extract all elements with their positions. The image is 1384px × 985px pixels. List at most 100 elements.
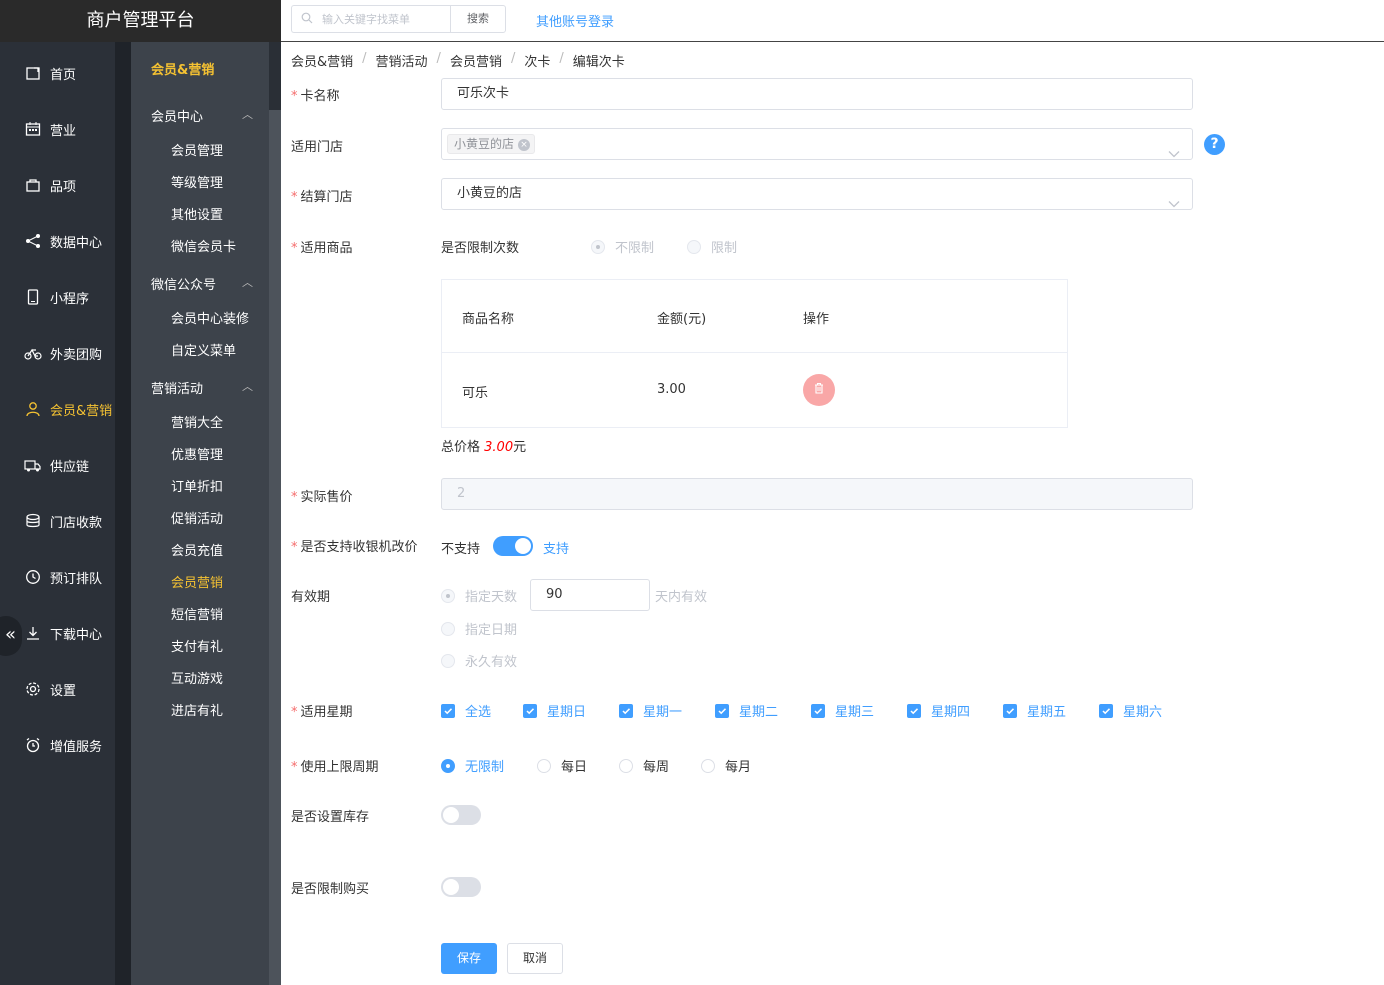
row-goods-amount: 3.00 xyxy=(657,382,686,397)
breadcrumb-current: 编辑次卡 xyxy=(572,55,625,70)
gear-icon xyxy=(24,680,42,698)
checkmark-icon xyxy=(523,703,537,718)
submenu-scrollbar-thumb[interactable] xyxy=(269,110,281,985)
submenu-item[interactable]: 会员管理 xyxy=(171,140,223,159)
submenu-item[interactable]: 互动游戏 xyxy=(171,668,223,687)
weekday-checkbox[interactable]: 星期二 xyxy=(715,701,778,720)
nav-item-takeout[interactable]: 外卖团购 xyxy=(0,325,115,381)
nav-item-reservation[interactable]: 预订排队 xyxy=(0,549,115,605)
chevron-down-icon xyxy=(1168,190,1180,220)
stock-switch[interactable] xyxy=(441,805,481,825)
price-change-switch[interactable] xyxy=(493,536,533,556)
actual-price-input[interactable]: 2 xyxy=(441,478,1193,510)
goods-table: 商品名称 金额(元) 操作 可乐 3.00 xyxy=(441,279,1068,428)
checkmark-icon xyxy=(907,703,921,718)
validity-date-radio[interactable]: 指定日期 xyxy=(441,619,517,638)
submenu-item[interactable]: 等级管理 xyxy=(171,172,223,191)
nav-item-settings[interactable]: 设置 xyxy=(0,661,115,717)
submenu-item[interactable]: 订单折扣 xyxy=(171,476,223,495)
checkmark-icon xyxy=(619,703,633,718)
settle-store-label: * 结算门店 xyxy=(291,190,353,205)
submenu-item[interactable]: 促销活动 xyxy=(171,508,223,527)
validity-days-input[interactable]: 90 xyxy=(530,579,650,611)
nav-item-data-center[interactable]: 数据中心 xyxy=(0,213,115,269)
submenu-item[interactable]: 优惠管理 xyxy=(171,444,223,463)
submenu-group-marketing[interactable]: 营销活动 ︿ xyxy=(151,378,261,397)
row-goods-name: 可乐 xyxy=(462,386,489,401)
submenu-item[interactable]: 进店有礼 xyxy=(171,700,223,719)
submenu-item[interactable]: 微信会员卡 xyxy=(171,236,236,255)
nav-item-store-payment[interactable]: 门店收款 xyxy=(0,493,115,549)
weekday-checkbox[interactable]: 星期四 xyxy=(907,701,970,720)
nav-item-home[interactable]: 首页 xyxy=(0,45,115,101)
purchase-limit-switch[interactable] xyxy=(441,877,481,897)
search-input[interactable] xyxy=(322,8,447,30)
weekday-checkbox[interactable]: 星期三 xyxy=(811,701,874,720)
breadcrumb: 会员&营销 / 营销活动 / 会员营销 / 次卡 / 编辑次卡 xyxy=(291,51,625,70)
column-header-action: 操作 xyxy=(803,312,830,327)
period-unlimited-radio[interactable]: 无限制 xyxy=(441,756,504,775)
settle-store-select[interactable]: 小黄豆的店 xyxy=(441,178,1193,210)
purchase-limit-label: 是否限制购买 xyxy=(291,882,370,897)
nav-item-member-marketing[interactable]: 会员&营销 xyxy=(0,381,115,437)
delete-button[interactable] xyxy=(803,374,835,406)
cancel-button[interactable]: 取消 xyxy=(507,943,563,974)
nav-item-supply-chain[interactable]: 供应链 xyxy=(0,437,115,493)
help-icon[interactable]: ? xyxy=(1204,134,1225,155)
checkmark-icon xyxy=(1003,703,1017,718)
search-button[interactable]: 搜索 xyxy=(450,5,506,33)
actual-price-label: * 实际售价 xyxy=(291,490,353,505)
bicycle-icon xyxy=(24,344,42,362)
top-bar: 搜索 其他账号登录 xyxy=(281,0,1384,42)
total-price: 总价格 3.00元 xyxy=(441,440,527,455)
store-tag: 小黄豆的店 × xyxy=(447,134,536,154)
breadcrumb-item[interactable]: 会员营销 xyxy=(450,51,502,70)
breadcrumb-item[interactable]: 营销活动 xyxy=(376,51,428,70)
download-icon xyxy=(24,624,42,642)
stores-label: 适用门店 xyxy=(291,140,344,155)
user-icon xyxy=(24,400,42,418)
submenu-item[interactable]: 短信营销 xyxy=(171,604,223,623)
card-name-label: * 卡名称 xyxy=(291,89,340,104)
search-box xyxy=(291,5,451,33)
tag-close-icon[interactable]: × xyxy=(518,139,531,151)
submenu-item[interactable]: 其他设置 xyxy=(171,204,223,223)
mobile-icon xyxy=(24,288,42,306)
submenu-group-member-center[interactable]: 会员中心 ︿ xyxy=(151,106,261,125)
submenu: 会员&营销 会员中心 ︿ 会员管理 等级管理 其他设置 微信会员卡 微信公众号 ︿ … xyxy=(131,42,269,985)
nav-item-products[interactable]: 品项 xyxy=(0,157,115,213)
other-account-login-link[interactable]: 其他账号登录 xyxy=(536,11,614,30)
validity-days-radio[interactable]: 指定天数 xyxy=(441,586,517,605)
save-button[interactable]: 保存 xyxy=(441,943,497,974)
period-daily-radio[interactable]: 每日 xyxy=(537,756,587,775)
submenu-item[interactable]: 会员充值 xyxy=(171,540,223,559)
period-monthly-radio[interactable]: 每月 xyxy=(701,756,751,775)
weekday-checkbox[interactable]: 星期六 xyxy=(1099,701,1162,720)
submenu-item[interactable]: 营销大全 xyxy=(171,412,223,431)
nav-divider xyxy=(115,42,131,985)
validity-permanent-radio[interactable]: 永久有效 xyxy=(441,651,517,670)
weekday-checkbox[interactable]: 星期五 xyxy=(1003,701,1066,720)
period-weekly-radio[interactable]: 每周 xyxy=(619,756,669,775)
stores-select[interactable]: 小黄豆的店 × xyxy=(441,128,1193,160)
submenu-item[interactable]: 自定义菜单 xyxy=(171,340,236,359)
submenu-item[interactable]: 会员中心装修 xyxy=(171,308,249,327)
nav-item-value-added[interactable]: 增值服务 xyxy=(0,717,115,773)
submenu-item[interactable]: 支付有礼 xyxy=(171,636,223,655)
weekday-checkbox[interactable]: 全选 xyxy=(441,701,491,720)
nav-item-business[interactable]: 营业 xyxy=(0,101,115,157)
weekday-checkbox[interactable]: 星期一 xyxy=(619,701,682,720)
checkmark-icon xyxy=(441,703,455,718)
validity-label: 有效期 xyxy=(291,590,331,605)
unlimited-count-radio[interactable]: 不限制 xyxy=(591,237,654,256)
submenu-item-active[interactable]: 会员营销 xyxy=(171,572,223,591)
app-title: 商户管理平台 xyxy=(0,0,281,42)
nav-item-mini-program[interactable]: 小程序 xyxy=(0,269,115,325)
submenu-group-wechat[interactable]: 微信公众号 ︿ xyxy=(151,274,261,293)
breadcrumb-item[interactable]: 会员&营销 xyxy=(291,51,353,70)
limited-count-radio[interactable]: 限制 xyxy=(687,237,737,256)
breadcrumb-item[interactable]: 次卡 xyxy=(524,51,550,70)
price-change-on-text: 支持 xyxy=(543,542,570,557)
card-name-input[interactable]: 可乐次卡 xyxy=(441,78,1193,110)
weekday-checkbox[interactable]: 星期日 xyxy=(523,701,586,720)
